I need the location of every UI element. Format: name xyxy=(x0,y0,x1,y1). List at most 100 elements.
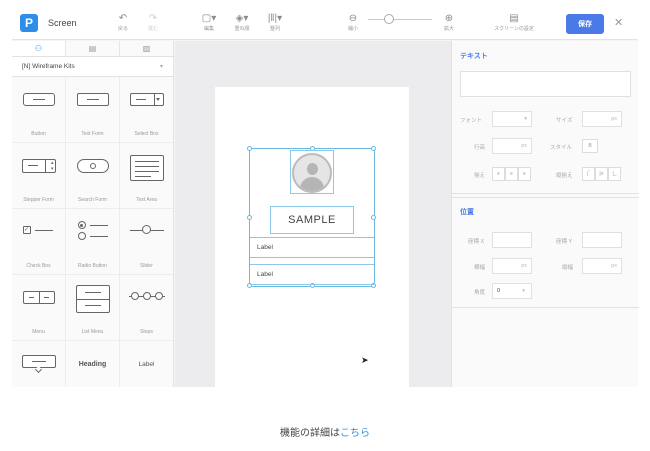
height-input[interactable]: px xyxy=(582,258,622,274)
components-icon: ⚇ xyxy=(34,44,43,53)
component-search-form[interactable]: Search Form xyxy=(66,143,120,209)
menu-icon xyxy=(22,291,55,304)
zoom-out-button[interactable]: ⊖ 縮小 xyxy=(342,12,364,36)
component-steps[interactable]: Steps xyxy=(120,275,173,341)
align-label: 整列 xyxy=(269,26,280,32)
heading-sample: Heading xyxy=(78,361,107,368)
chevron-down-icon: ▾ xyxy=(159,64,163,70)
layer-order-label: 重ね順 xyxy=(234,26,250,32)
slider-icon xyxy=(129,225,164,235)
app-window: P Screen ↶ 戻る ↷ 進む ▢▾ 編集 ◈▾ 重ね順 |‖|▾ 整列 … xyxy=(12,7,639,387)
redo-icon: ↷ xyxy=(148,13,158,24)
search-form-icon xyxy=(76,159,109,173)
label-row[interactable]: Label xyxy=(250,264,374,285)
kit-select[interactable]: [N] Wireframe Kits ▾ xyxy=(12,57,173,77)
zoom-in-button[interactable]: ⊕ 拡大 xyxy=(438,12,460,36)
align-center-icon[interactable]: ≡ xyxy=(505,167,518,181)
zoom-slider-handle[interactable] xyxy=(384,14,394,24)
font-label: フォント xyxy=(460,118,483,124)
bold-button[interactable]: B xyxy=(582,139,598,153)
screen-artboard[interactable]: SAMPLE Label Label ➤ xyxy=(215,87,409,387)
component-list-menu[interactable]: List Menu xyxy=(66,275,120,341)
component-heading[interactable]: Heading xyxy=(66,341,120,387)
resize-handle[interactable] xyxy=(247,146,252,151)
align-button[interactable]: |‖|▾ 整列 xyxy=(264,12,286,36)
label-row[interactable]: Label xyxy=(250,237,374,258)
save-button[interactable]: 保存 xyxy=(566,14,604,34)
resize-handle[interactable] xyxy=(371,146,376,151)
avatar-frame[interactable] xyxy=(290,150,334,194)
component-balloon[interactable] xyxy=(12,341,66,387)
component-label: Text Area xyxy=(136,197,157,203)
component-label: Stepper Form xyxy=(23,197,54,203)
valign-bottom-icon[interactable]: |_ xyxy=(608,167,621,181)
resize-handle[interactable] xyxy=(247,215,252,220)
checkbox-icon: ✓ xyxy=(22,225,55,235)
avatar xyxy=(292,153,332,193)
screen-settings-icon: ▤ xyxy=(509,13,519,24)
component-label: Steps xyxy=(140,329,153,335)
design-canvas[interactable]: SAMPLE Label Label ➤ xyxy=(175,41,451,387)
x-coordinate-input[interactable] xyxy=(492,232,532,248)
radio-button-icon xyxy=(77,221,108,241)
size-label: サイズ xyxy=(556,118,573,124)
component-text-form[interactable]: Text Form xyxy=(66,77,120,143)
style-label: スタイル xyxy=(550,145,573,151)
chevron-down-icon: ▾ xyxy=(524,116,527,122)
font-select[interactable]: ▾ xyxy=(492,111,532,127)
component-label: Slider xyxy=(140,263,153,269)
line-height-input[interactable]: px xyxy=(492,138,532,154)
valign-middle-icon[interactable]: |≡ xyxy=(595,167,608,181)
text-section-title: テキスト xyxy=(460,53,488,60)
width-label: 横幅 xyxy=(474,265,486,271)
resize-handle[interactable] xyxy=(371,215,376,220)
component-button[interactable]: Button xyxy=(12,77,66,143)
component-radio-button[interactable]: Radio Button xyxy=(66,209,120,275)
tab-templates[interactable]: ▤ xyxy=(66,41,120,56)
zoom-slider-track[interactable] xyxy=(368,19,432,20)
undo-button[interactable]: ↶ 戻る xyxy=(112,12,134,36)
screen-settings-button[interactable]: ▤ スクリーンの設定 xyxy=(490,12,538,36)
line-height-label: 行高 xyxy=(474,145,486,151)
kit-select-label: [N] Wireframe Kits xyxy=(22,63,75,70)
angle-select[interactable]: 0 ▾ xyxy=(492,283,532,299)
text-content-input[interactable] xyxy=(460,71,631,97)
angle-label: 角度 xyxy=(474,290,486,296)
align-icon: |‖|▾ xyxy=(267,13,283,24)
selection-box[interactable]: SAMPLE Label Label xyxy=(247,146,376,288)
component-slider[interactable]: Slider xyxy=(120,209,173,275)
component-label-item[interactable]: Label xyxy=(120,341,173,387)
component-label: Radio Button xyxy=(78,263,107,269)
align-left-icon[interactable]: ≡ xyxy=(492,167,505,181)
component-stepper-form[interactable]: ▴ ▾ Stepper Form xyxy=(12,143,66,209)
component-menu[interactable]: Menu xyxy=(12,275,66,341)
tab-images[interactable]: ▨ xyxy=(120,41,173,56)
sample-button[interactable]: SAMPLE xyxy=(270,206,354,234)
component-select-box[interactable]: Select Box xyxy=(120,77,173,143)
list-menu-icon xyxy=(75,285,110,313)
width-input[interactable]: px xyxy=(492,258,532,274)
section-divider xyxy=(452,193,639,194)
speech-balloon-icon xyxy=(21,355,56,374)
avatar-body xyxy=(300,177,324,191)
zoom-out-label: 縮小 xyxy=(347,26,358,32)
component-label: Select Box xyxy=(134,131,159,137)
valign-top-icon[interactable]: |‾ xyxy=(582,167,595,181)
component-label: Button xyxy=(31,131,46,137)
tab-components[interactable]: ⚇ xyxy=(12,41,66,56)
y-coordinate-label: 座標 Y xyxy=(556,239,573,245)
component-library-panel: ⚇ ▤ ▨ [N] Wireframe Kits ▾ Button Text F… xyxy=(12,41,174,387)
component-text-area[interactable]: Text Area xyxy=(120,143,173,209)
layer-order-button[interactable]: ◈▾ 重ね順 xyxy=(230,12,254,36)
align-right-icon[interactable]: ≡ xyxy=(518,167,531,181)
edit-button[interactable]: ▢▾ 編集 xyxy=(198,12,220,36)
details-link[interactable]: こちら xyxy=(340,428,370,439)
redo-button[interactable]: ↷ 進む xyxy=(142,12,164,36)
y-coordinate-input[interactable] xyxy=(582,232,622,248)
component-check-box[interactable]: ✓ Check Box xyxy=(12,209,66,275)
avatar-head xyxy=(307,163,318,175)
button-shape-icon xyxy=(22,93,55,106)
close-icon[interactable]: ✕ xyxy=(614,16,623,29)
zoom-in-icon: ⊕ xyxy=(444,13,454,24)
font-size-input[interactable]: px xyxy=(582,111,622,127)
